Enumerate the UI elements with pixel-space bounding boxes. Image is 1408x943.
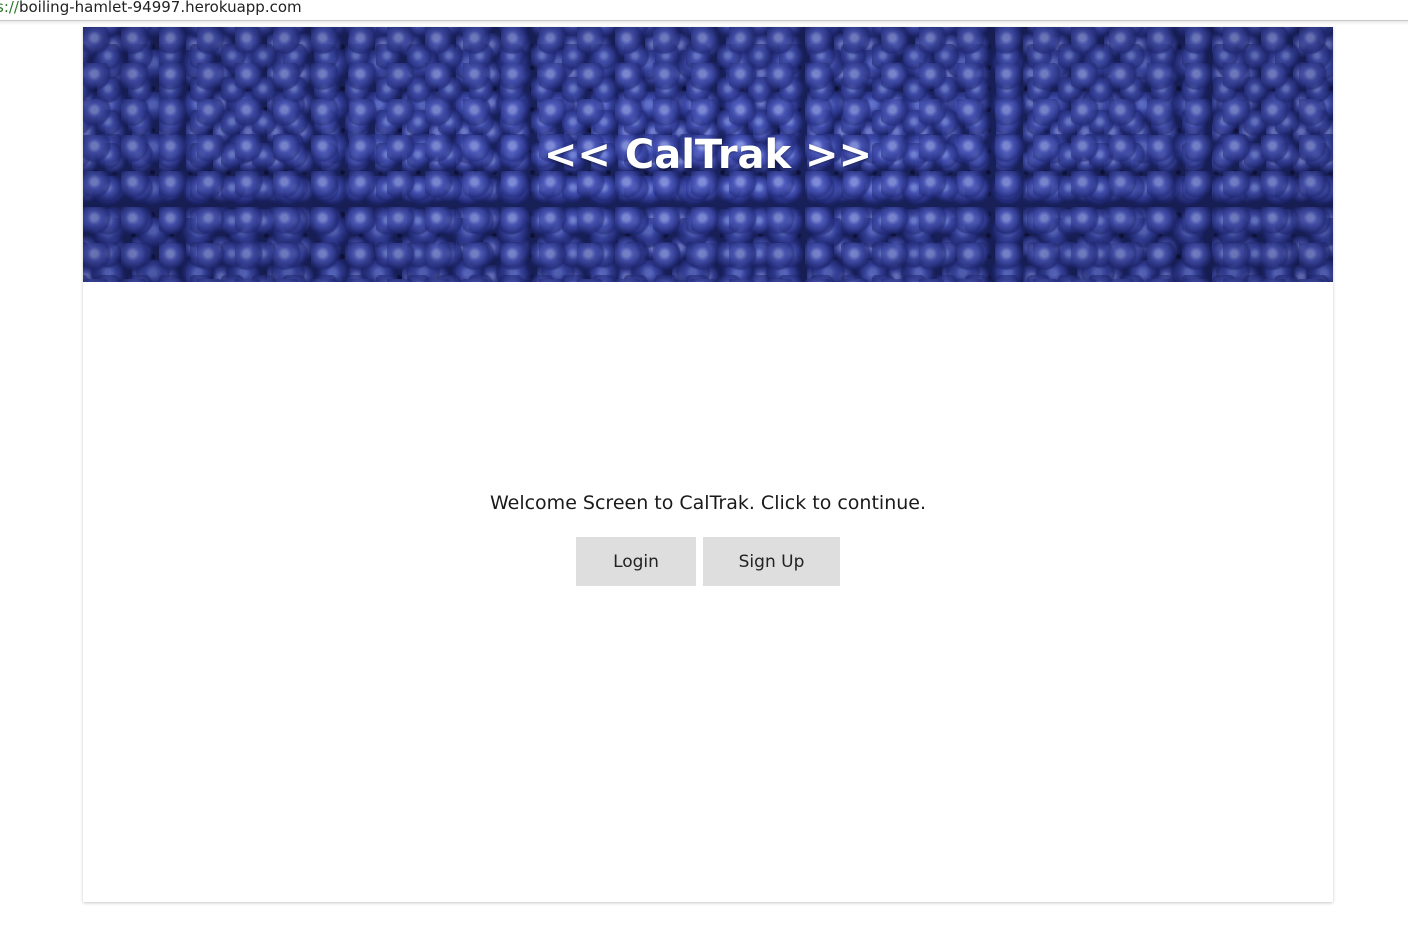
url-host: boiling-hamlet-94997.herokuapp.com — [18, 0, 302, 16]
welcome-message: Welcome Screen to CalTrak. Click to cont… — [489, 492, 927, 514]
login-button[interactable]: Login — [576, 537, 696, 586]
page-card: << CalTrak >> Welcome Screen to CalTrak.… — [83, 27, 1333, 902]
signup-button[interactable]: Sign Up — [703, 537, 840, 586]
url-scheme: s:// — [0, 0, 19, 16]
address-bar-divider — [0, 21, 1408, 25]
app-title: << CalTrak >> — [543, 132, 873, 178]
blueberry-banner-image: << CalTrak >> — [83, 27, 1333, 282]
address-bar[interactable]: s://boiling-hamlet-94997.herokuapp.com — [0, 0, 1408, 21]
